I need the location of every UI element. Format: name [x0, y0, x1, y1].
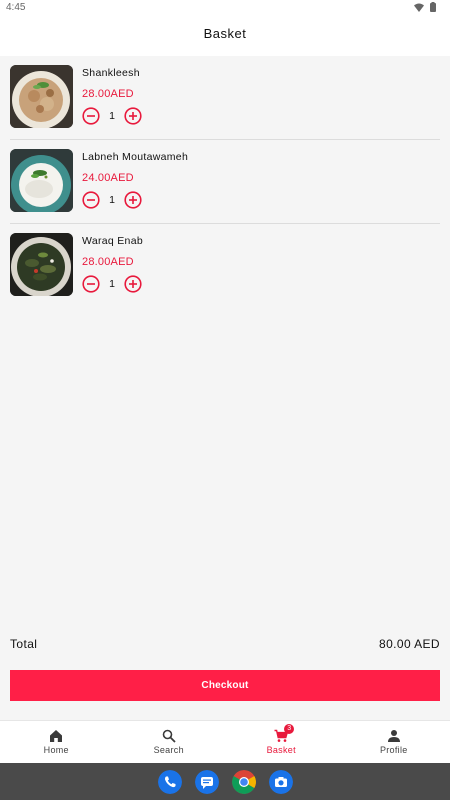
- item-price: 28.00AED: [82, 256, 134, 268]
- page-title: Basket: [203, 26, 247, 41]
- plus-circle-icon[interactable]: [124, 191, 142, 209]
- plus-circle-icon[interactable]: [124, 275, 142, 293]
- nav-label: Home: [43, 745, 69, 755]
- battery-icon: [430, 2, 436, 12]
- chrome-icon[interactable]: [231, 769, 256, 794]
- nav-label: Profile: [379, 745, 408, 755]
- food-image: [10, 65, 73, 128]
- search-icon: [162, 729, 176, 743]
- nav-item-search[interactable]: Search: [113, 721, 226, 763]
- minus-circle-icon[interactable]: [82, 107, 100, 125]
- status-bar: 4:45: [0, 0, 450, 16]
- quantity-value: 1: [109, 194, 115, 206]
- item-price: 28.00AED: [82, 88, 134, 100]
- app-bar: Basket: [0, 16, 450, 56]
- bottom-nav: Home Search 3 Basket Profile: [0, 720, 450, 763]
- basket-item: Shankleesh 28.00AED 1: [10, 56, 440, 140]
- nav-item-home[interactable]: Home: [0, 721, 113, 763]
- status-time: 4:45: [6, 2, 26, 13]
- quantity-value: 1: [109, 110, 115, 122]
- total-label: Total: [10, 637, 38, 651]
- food-image: [10, 233, 73, 296]
- status-icons: [414, 2, 436, 12]
- quantity-stepper: 1: [82, 191, 142, 209]
- system-dock: [0, 763, 450, 800]
- basket-item: Labneh Moutawameh 24.00AED 1: [10, 140, 440, 224]
- camera-icon[interactable]: [268, 769, 293, 794]
- quantity-stepper: 1: [82, 275, 142, 293]
- nav-item-basket[interactable]: 3 Basket: [225, 721, 338, 763]
- wifi-icon: [414, 3, 424, 12]
- phone-icon[interactable]: [157, 769, 182, 794]
- item-name: Waraq Enab: [82, 235, 143, 247]
- total-amount: 80.00 AED: [379, 637, 440, 651]
- quantity-stepper: 1: [82, 107, 142, 125]
- nav-item-profile[interactable]: Profile: [338, 721, 450, 763]
- item-name: Shankleesh: [82, 67, 140, 79]
- basket-list: Shankleesh 28.00AED 1 Labneh Moutawameh …: [0, 56, 450, 308]
- messages-icon[interactable]: [194, 769, 219, 794]
- minus-circle-icon[interactable]: [82, 191, 100, 209]
- item-price: 24.00AED: [82, 172, 134, 184]
- nav-label: Search: [153, 745, 184, 755]
- quantity-value: 1: [109, 278, 115, 290]
- item-name: Labneh Moutawameh: [82, 151, 189, 163]
- minus-circle-icon[interactable]: [82, 275, 100, 293]
- checkout-button[interactable]: Checkout: [10, 670, 440, 701]
- person-icon: [387, 730, 400, 742]
- total-row: Total 80.00 AED: [10, 637, 440, 653]
- plus-circle-icon[interactable]: [124, 107, 142, 125]
- cart-badge: 3: [284, 724, 295, 734]
- food-image: [10, 149, 73, 212]
- home-icon: [50, 730, 63, 742]
- nav-label: Basket: [266, 745, 296, 755]
- basket-item: Waraq Enab 28.00AED 1: [10, 224, 440, 308]
